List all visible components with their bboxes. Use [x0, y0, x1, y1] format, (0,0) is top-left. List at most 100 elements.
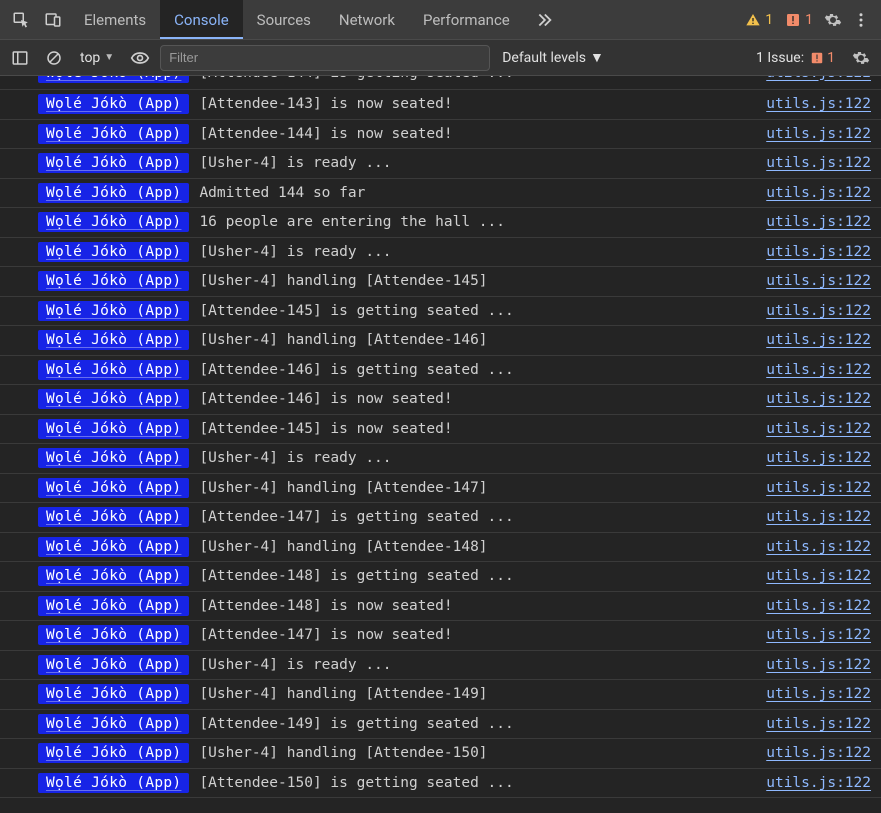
log-context-tag[interactable]: Wọlé Jókò (App)	[38, 183, 189, 203]
log-context-tag[interactable]: Wọlé Jókò (App)	[38, 448, 189, 468]
warnings-counter[interactable]: 1	[739, 12, 779, 28]
console-log-row[interactable]: Wọlé Jókò (App)[Usher-4] handling [Atten…	[0, 267, 881, 297]
log-context-tag[interactable]: Wọlé Jókò (App)	[38, 537, 189, 557]
console-log-row[interactable]: Wọlé Jókò (App)[Attendee-145] is now sea…	[0, 415, 881, 445]
log-source-link[interactable]: utils.js:122	[766, 598, 871, 614]
log-source-link[interactable]: utils.js:122	[766, 657, 871, 673]
log-context-tag[interactable]: Wọlé Jókò (App)	[38, 389, 189, 409]
console-log-row[interactable]: Wọlé Jókò (App) [Attendee-144] is now sea…	[0, 120, 881, 150]
log-context-tag[interactable]: Wọlé Jókò (App)	[38, 419, 189, 439]
log-source-link[interactable]: utils.js:122	[766, 244, 871, 260]
console-log-row[interactable]: Wọlé Jókò (App)16 people are entering th…	[0, 208, 881, 238]
log-source-link[interactable]: utils.js:122	[766, 421, 871, 437]
log-source-link[interactable]: utils.js:122	[766, 303, 871, 319]
log-source-link[interactable]: utils.js:122	[766, 214, 871, 230]
more-tabs-button[interactable]	[524, 9, 562, 31]
console-log-row[interactable]: Wọlé Jókò (App)Admitted 144 so farutils.…	[0, 179, 881, 209]
settings-icon[interactable]	[819, 6, 847, 34]
more-options-icon[interactable]	[847, 6, 875, 34]
log-source-link[interactable]: utils.js:122	[766, 76, 871, 81]
console-log-row[interactable]: Wọlé Jókò (App)[Attendee-143] is now sea…	[0, 90, 881, 120]
tab-performance[interactable]: Performance	[409, 0, 524, 39]
log-context-tag[interactable]: Wọlé Jókò (App)	[38, 478, 189, 498]
log-source-link[interactable]: utils.js:122	[766, 362, 871, 378]
console-log-row[interactable]: Wọlé Jókò (App) [Attendee-148] is now sea…	[0, 592, 881, 622]
clear-console-icon[interactable]	[40, 44, 68, 72]
log-source-link[interactable]: utils.js:122	[766, 185, 871, 201]
console-log-row[interactable]: Wọlé Jókò (App)[Attendee-149] is getting…	[0, 710, 881, 740]
log-context-tag[interactable]: Wọlé Jókò (App)	[38, 743, 189, 763]
inspect-element-icon[interactable]	[6, 5, 36, 35]
console-log-row[interactable]: Wọlé Jókò (App)[Usher-4] is ready ...uti…	[0, 238, 881, 268]
toggle-sidebar-icon[interactable]	[6, 44, 34, 72]
console-log-view[interactable]: Wọlé Jókò (App)[Attendee-144] is getting…	[0, 76, 881, 813]
log-context-tag[interactable]: Wọlé Jókò (App)	[38, 655, 189, 675]
log-context-tag[interactable]: Wọlé Jókò (App)	[38, 714, 189, 734]
console-log-row[interactable]: Wọlé Jókò (App)[Attendee-148] is getting…	[0, 562, 881, 592]
log-source-link[interactable]: utils.js:122	[766, 155, 871, 171]
tab-elements[interactable]: Elements	[70, 0, 160, 39]
log-source-link[interactable]: utils.js:122	[766, 627, 871, 643]
log-source-link[interactable]: utils.js:122	[766, 332, 871, 348]
log-levels-selector[interactable]: Default levels ▼	[496, 49, 610, 66]
errors-counter[interactable]: 1	[779, 12, 819, 28]
console-log-row[interactable]: Wọlé Jókò (App)[Usher-4] is ready ...uti…	[0, 444, 881, 474]
log-context-tag[interactable]: Wọlé Jókò (App)	[38, 596, 189, 616]
log-source-link[interactable]: utils.js:122	[766, 450, 871, 466]
console-log-row[interactable]: Wọlé Jókò (App)[Attendee-146] is now sea…	[0, 385, 881, 415]
log-context-tag[interactable]: Wọlé Jókò (App)	[38, 94, 189, 114]
console-log-row[interactable]: Wọlé Jókò (App)[Usher-4] handling [Atten…	[0, 474, 881, 504]
log-source-link[interactable]: utils.js:122	[766, 716, 871, 732]
console-settings-icon[interactable]	[847, 44, 875, 72]
console-log-row[interactable]: Wọlé Jókò (App) [Usher-4] handling [Atten…	[0, 739, 881, 769]
console-log-row[interactable]: Wọlé Jókò (App)[Attendee-147] is getting…	[0, 503, 881, 533]
log-context-tag[interactable]: Wọlé Jókò (App)	[38, 212, 189, 232]
log-message: [Usher-4] handling [Attendee-150]	[199, 745, 756, 761]
tab-sources[interactable]: Sources	[243, 0, 325, 39]
tab-network[interactable]: Network	[325, 0, 409, 39]
log-source-link[interactable]: utils.js:122	[766, 509, 871, 525]
log-source-link[interactable]: utils.js:122	[766, 480, 871, 496]
chevron-down-icon: ▼	[104, 52, 114, 63]
log-context-tag[interactable]: Wọlé Jókò (App)	[38, 153, 189, 173]
log-source-link[interactable]: utils.js:122	[766, 126, 871, 142]
console-log-row[interactable]: Wọlé Jókò (App)[Usher-4] is ready ...uti…	[0, 149, 881, 179]
log-context-tag[interactable]: Wọlé Jókò (App)	[38, 76, 189, 83]
issues-counter[interactable]: 1 Issue: 1	[756, 50, 835, 66]
execution-context-selector[interactable]: top ▼	[74, 50, 120, 66]
console-log-row[interactable]: Wọlé Jókò (App)[Usher-4] handling [Atten…	[0, 680, 881, 710]
log-context-tag[interactable]: Wọlé Jókò (App)	[38, 242, 189, 262]
log-source-link[interactable]: utils.js:122	[766, 273, 871, 289]
console-log-row[interactable]: Wọlé Jókò (App)[Attendee-144] is getting…	[0, 76, 881, 90]
log-context-tag[interactable]: Wọlé Jókò (App)	[38, 566, 189, 586]
log-source-link[interactable]: utils.js:122	[766, 686, 871, 702]
console-log-row[interactable]: Wọlé Jókò (App)[Attendee-147] is now sea…	[0, 621, 881, 651]
console-filter-input[interactable]	[160, 45, 490, 71]
live-expression-icon[interactable]	[126, 44, 154, 72]
log-context-tag[interactable]: Wọlé Jókò (App)	[38, 360, 189, 380]
log-context-tag[interactable]: Wọlé Jókò (App)	[38, 773, 189, 793]
log-source-link[interactable]: utils.js:122	[766, 775, 871, 791]
log-context-tag[interactable]: Wọlé Jókò (App)	[38, 301, 189, 321]
console-log-row[interactable]: Wọlé Jókò (App)[Usher-4] handling [Atten…	[0, 326, 881, 356]
log-source-link[interactable]: utils.js:122	[766, 96, 871, 112]
console-log-row[interactable]: Wọlé Jókò (App)[Usher-4] handling [Atten…	[0, 533, 881, 563]
log-context-tag[interactable]: Wọlé Jókò (App)	[38, 330, 189, 350]
console-log-row[interactable]: Wọlé Jókò (App)[Usher-4] is ready ...uti…	[0, 651, 881, 681]
console-log-row[interactable]: Wọlé Jókò (App)[Attendee-150] is getting…	[0, 769, 881, 799]
log-source-link[interactable]: utils.js:122	[766, 539, 871, 555]
log-context-tag[interactable]: Wọlé Jókò (App)	[38, 684, 189, 704]
log-context-tag[interactable]: Wọlé Jókò (App)	[38, 507, 189, 527]
log-context-tag[interactable]: Wọlé Jókò (App)	[38, 271, 189, 291]
log-message: [Attendee-144] is now seated!	[199, 126, 756, 142]
log-source-link[interactable]: utils.js:122	[766, 745, 871, 761]
log-source-link[interactable]: utils.js:122	[766, 568, 871, 584]
console-log-row[interactable]: Wọlé Jókò (App)[Attendee-146] is getting…	[0, 356, 881, 386]
log-source-link[interactable]: utils.js:122	[766, 391, 871, 407]
device-toolbar-icon[interactable]	[38, 5, 68, 35]
log-message: [Attendee-148] is now seated!	[199, 598, 756, 614]
tab-console[interactable]: Console	[160, 0, 243, 39]
log-context-tag[interactable]: Wọlé Jókò (App)	[38, 625, 189, 645]
console-log-row[interactable]: Wọlé Jókò (App)[Attendee-145] is getting…	[0, 297, 881, 327]
log-context-tag[interactable]: Wọlé Jókò (App)	[38, 124, 189, 144]
